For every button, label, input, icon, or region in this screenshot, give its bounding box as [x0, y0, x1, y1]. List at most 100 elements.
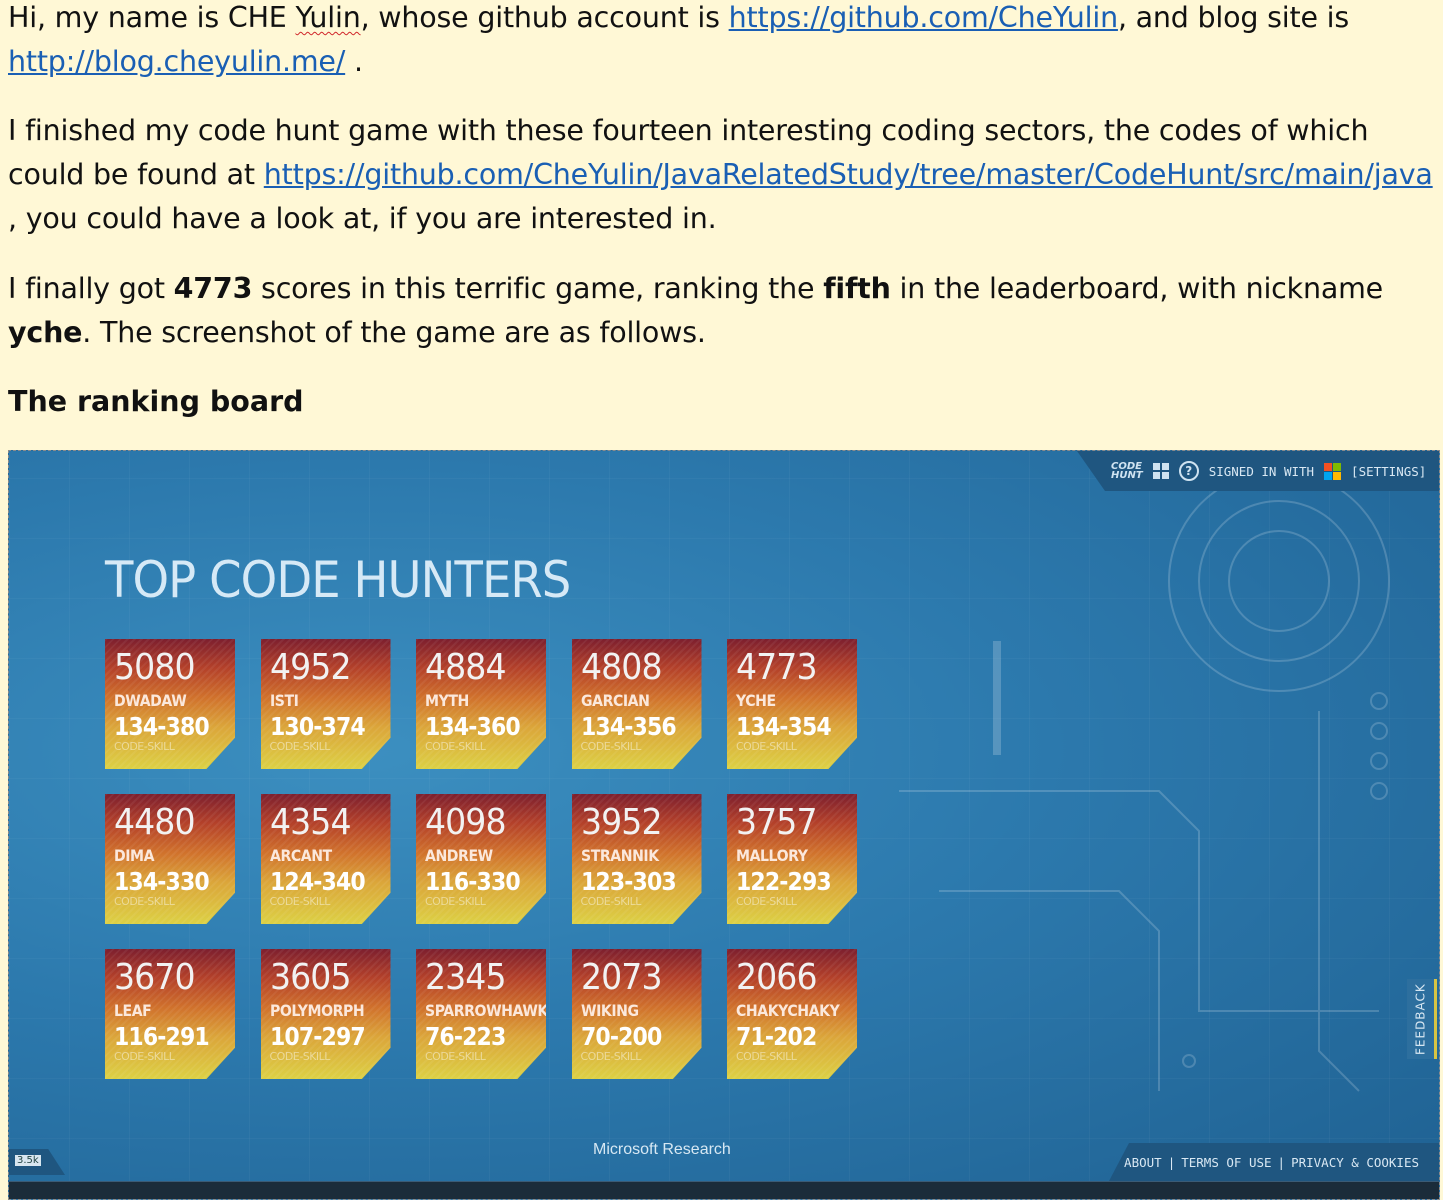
- leader-score: 2073: [580, 957, 663, 998]
- leader-score: 3605: [269, 957, 352, 998]
- leader-score: 4808: [580, 647, 663, 688]
- codehunt-logo[interactable]: CODE HUNT: [1111, 462, 1143, 481]
- leader-card[interactable]: 4354 ARCANT 124-340 CODE-SKILL: [260, 794, 391, 924]
- code-skill-label: CODE-SKILL: [736, 740, 797, 753]
- leader-score: 4773: [736, 647, 818, 688]
- leader-card[interactable]: 2345 SPARROWHAWK 76-223 CODE-SKILL: [416, 949, 546, 1079]
- taskbar-strip: [9, 1181, 1439, 1199]
- code-skill-label: CODE-SKILL: [580, 1050, 642, 1063]
- leaderboard-title: TOP CODE HUNTERS: [105, 551, 571, 609]
- leader-name: MYTH: [425, 691, 469, 710]
- leader-name: ANDREW: [425, 846, 493, 865]
- leader-card[interactable]: 2066 CHAKYCHAKY 71-202 CODE-SKILL: [727, 949, 857, 1079]
- leader-score: 4480: [114, 802, 196, 843]
- leader-score: 4952: [269, 647, 352, 688]
- leader-code-skill: 134-360: [425, 712, 521, 741]
- leader-code-skill: 122-293: [736, 867, 832, 896]
- leader-card[interactable]: 3757 MALLORY 122-293 CODE-SKILL: [727, 794, 857, 924]
- leader-score: 3952: [580, 802, 663, 843]
- leader-code-skill: 116-330: [425, 867, 521, 896]
- leader-code-skill: 123-303: [580, 867, 677, 896]
- footer-links: ABOUT | TERMS OF USE | PRIVACY & COOKIES: [1109, 1143, 1439, 1181]
- footer-link-terms[interactable]: TERMS OF USE: [1181, 1155, 1271, 1170]
- leader-card[interactable]: 4480 DIMA 134-330 CODE-SKILL: [105, 794, 235, 924]
- leader-card[interactable]: 3952 STRANNIK 123-303 CODE-SKILL: [571, 794, 702, 924]
- leader-name: WIKING: [580, 1001, 639, 1020]
- leader-code-skill: 134-380: [114, 712, 210, 741]
- blog-link[interactable]: http://blog.cheyulin.me/: [8, 45, 345, 78]
- leader-code-skill: 116-291: [114, 1022, 210, 1051]
- intro-text: Hi, my name is CHE: [8, 1, 296, 34]
- leader-name: LEAF: [114, 1001, 152, 1020]
- code-skill-label: CODE-SKILL: [114, 1050, 175, 1063]
- code-skill-label: CODE-SKILL: [580, 740, 642, 753]
- score-text-4: . The screenshot of the game are as foll…: [82, 316, 706, 349]
- leader-code-skill: 134-356: [580, 712, 677, 741]
- leader-score: 2345: [425, 957, 507, 998]
- leader-name: CHAKYCHAKY: [736, 1001, 840, 1020]
- code-skill-label: CODE-SKILL: [114, 895, 175, 908]
- leader-name: DIMA: [114, 846, 155, 865]
- feedback-tab[interactable]: FEEDBACK: [1407, 979, 1437, 1059]
- leader-score: 4354: [269, 802, 352, 843]
- github-link[interactable]: https://github.com/CheYulin: [729, 1, 1118, 34]
- leader-score: 2066: [736, 957, 818, 998]
- misspelled-name: Yulin: [295, 1, 361, 34]
- code-skill-label: CODE-SKILL: [580, 895, 642, 908]
- settings-link[interactable]: [SETTINGS]: [1351, 464, 1426, 479]
- leader-card[interactable]: 5080 DWADAW 134-380 CODE-SKILL: [105, 639, 235, 769]
- zoom-value: 3.5k: [15, 1155, 41, 1166]
- leader-card[interactable]: 3670 LEAF 116-291 CODE-SKILL: [105, 949, 235, 1079]
- leader-card[interactable]: 3605 POLYMORPH 107-297 CODE-SKILL: [260, 949, 391, 1079]
- repo-link[interactable]: https://github.com/CheYulin/JavaRelatedS…: [264, 158, 1433, 191]
- code-text-2: , you could have a look at, if you are i…: [8, 202, 717, 235]
- leader-score: 4884: [425, 647, 507, 688]
- leader-card[interactable]: 4098 ANDREW 116-330 CODE-SKILL: [416, 794, 546, 924]
- code-skill-label: CODE-SKILL: [425, 895, 486, 908]
- help-icon[interactable]: ?: [1178, 461, 1199, 481]
- section-heading: The ranking board: [8, 385, 304, 418]
- code-skill-label: CODE-SKILL: [736, 895, 797, 908]
- code-skill-label: CODE-SKILL: [425, 1050, 486, 1063]
- nickname-value: yche: [8, 316, 83, 349]
- leader-card[interactable]: 4952 ISTI 130-374 CODE-SKILL: [260, 639, 391, 769]
- leader-code-skill: 70-200: [580, 1022, 662, 1051]
- leader-name: SPARROWHAWK: [425, 1001, 548, 1020]
- leader-name: STRANNIK: [580, 846, 659, 865]
- score-text-2: scores in this terrific game, ranking th…: [252, 272, 824, 305]
- leader-card[interactable]: 4773 YCHE 134-354 CODE-SKILL: [727, 639, 857, 769]
- footer-link-privacy[interactable]: PRIVACY & COOKIES: [1291, 1155, 1419, 1170]
- footer-org: Microsoft Research: [593, 1141, 731, 1158]
- leader-name: GARCIAN: [580, 691, 650, 710]
- leader-code-skill: 130-374: [269, 712, 366, 741]
- code-skill-label: CODE-SKILL: [269, 1050, 331, 1063]
- intro-paragraph: Hi, my name is CHE Yulin, whose github a…: [8, 0, 1438, 84]
- code-skill-label: CODE-SKILL: [736, 1050, 797, 1063]
- leader-code-skill: 107-297: [269, 1022, 366, 1051]
- footer-sep: |: [1277, 1154, 1286, 1170]
- leader-card[interactable]: 4884 MYTH 134-360 CODE-SKILL: [416, 639, 546, 769]
- leader-code-skill: 124-340: [269, 867, 366, 896]
- intro-text-3: , and blog site is: [1117, 1, 1350, 34]
- game-screenshot: CODE HUNT ? SIGNED IN WITH [SETTINGS] TO…: [8, 450, 1440, 1200]
- leader-score: 3757: [736, 802, 818, 843]
- rank-value: fifth: [823, 272, 891, 305]
- leader-score: 5080: [114, 647, 196, 688]
- footer-sep: |: [1167, 1154, 1176, 1170]
- leader-score: 3670: [114, 957, 196, 998]
- footer-link-about[interactable]: ABOUT: [1124, 1155, 1162, 1170]
- code-paragraph: I finished my code hunt game with these …: [8, 109, 1438, 241]
- leader-name: POLYMORPH: [269, 1001, 365, 1020]
- grid-icon[interactable]: [1152, 463, 1169, 479]
- leader-score: 4098: [425, 802, 507, 843]
- code-skill-label: CODE-SKILL: [425, 740, 486, 753]
- leader-card[interactable]: 4808 GARCIAN 134-356 CODE-SKILL: [571, 639, 702, 769]
- microsoft-account-icon: [1324, 462, 1342, 480]
- leader-card[interactable]: 2073 WIKING 70-200 CODE-SKILL: [571, 949, 702, 1079]
- intro-text-2: , whose github account is: [360, 1, 729, 34]
- intro-end: .: [345, 45, 363, 78]
- code-skill-label: CODE-SKILL: [269, 895, 331, 908]
- logo-line-2: HUNT: [1111, 470, 1143, 481]
- game-topbar: CODE HUNT ? SIGNED IN WITH [SETTINGS]: [1077, 451, 1439, 491]
- score-text-3: in the leaderboard, with nickname: [890, 272, 1384, 305]
